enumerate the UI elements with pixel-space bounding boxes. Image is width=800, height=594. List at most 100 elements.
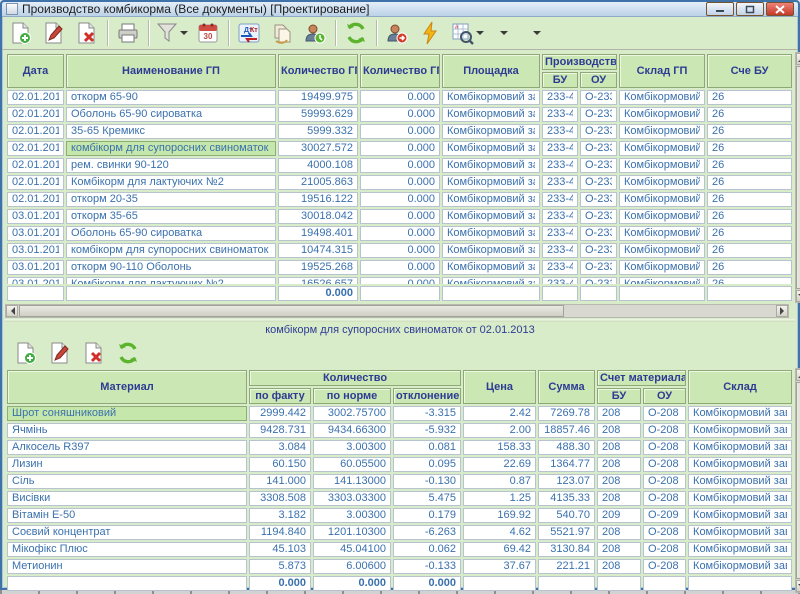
cell-material[interactable]: Метионин bbox=[7, 559, 247, 574]
cell-ou[interactable]: О-208 bbox=[643, 525, 686, 540]
cell-qty[interactable]: 30018.042 bbox=[278, 209, 358, 224]
cell-ou[interactable]: О-208 bbox=[643, 542, 686, 557]
cell-sklad[interactable]: Комбікормовий завод bbox=[619, 124, 705, 139]
cell-ou[interactable]: О-233-4 bbox=[580, 175, 617, 190]
cell-norm[interactable]: 141.13000 bbox=[313, 474, 391, 489]
cell-qty[interactable]: 4000.108 bbox=[278, 158, 358, 173]
scroll-thumb[interactable] bbox=[796, 66, 800, 289]
cell-schet[interactable]: 26 bbox=[707, 192, 792, 207]
cell-price[interactable]: 158.33 bbox=[463, 440, 536, 455]
table-row[interactable]: 03.01.2013 откорм 35-65 30018.042 0.000 … bbox=[7, 209, 792, 224]
cell-norm[interactable]: 3303.03300 bbox=[313, 491, 391, 506]
cell-sum[interactable]: 488.30 bbox=[538, 440, 595, 455]
dt-kt-button[interactable]: Дт Кт bbox=[233, 18, 265, 48]
filter-button[interactable] bbox=[153, 18, 191, 48]
cell-area[interactable]: Комбікормовий завод bbox=[442, 260, 540, 275]
close-button[interactable] bbox=[766, 2, 794, 16]
cell-sum[interactable]: 123.07 bbox=[538, 474, 595, 489]
cell-sum[interactable]: 18857.46 bbox=[538, 423, 595, 438]
cell-name[interactable]: комбікорм для супоросних свиноматок bbox=[66, 243, 276, 258]
cell-date[interactable]: 02.01.2013 bbox=[7, 141, 64, 156]
new-document-button[interactable] bbox=[5, 18, 37, 48]
cell-ou[interactable]: О-233-4 bbox=[580, 158, 617, 173]
cell-name[interactable]: откорм 90-110 Оболонь bbox=[66, 260, 276, 275]
cell-material[interactable]: Мікофікс Плюс bbox=[7, 542, 247, 557]
cell-qty[interactable]: 5999.332 bbox=[278, 124, 358, 139]
cell-dev[interactable]: 5.475 bbox=[393, 491, 461, 506]
cell-fact[interactable]: 1194.840 bbox=[249, 525, 311, 540]
cell-fact[interactable]: 3.084 bbox=[249, 440, 311, 455]
cell-dev[interactable]: -3.315 bbox=[393, 406, 461, 421]
cell-sklad[interactable]: Комбікормовий завод bbox=[619, 243, 705, 258]
cell-schet[interactable]: 26 bbox=[707, 158, 792, 173]
cell-name[interactable]: рем. свинки 90-120 bbox=[66, 158, 276, 173]
cell-bu[interactable]: 233-4 bbox=[542, 124, 578, 139]
cell-qty-scale[interactable]: 0.000 bbox=[360, 192, 440, 207]
cell-area[interactable]: Комбікормовий завод bbox=[442, 90, 540, 105]
cell-fact[interactable]: 3.182 bbox=[249, 508, 311, 523]
new-row-button[interactable] bbox=[10, 338, 42, 368]
cell-ou[interactable]: О-233-4 bbox=[580, 243, 617, 258]
cell-ou[interactable]: О-233-4 bbox=[580, 226, 617, 241]
cell-material[interactable]: Вітамін Е-50 bbox=[7, 508, 247, 523]
scroll-up-button[interactable] bbox=[796, 369, 800, 381]
cell-date[interactable]: 03.01.2013 bbox=[7, 209, 64, 224]
cell-norm[interactable]: 3002.75700 bbox=[313, 406, 391, 421]
cell-dev[interactable]: 0.062 bbox=[393, 542, 461, 557]
cell-date[interactable]: 02.01.2013 bbox=[7, 90, 64, 105]
user-task-button[interactable] bbox=[299, 18, 331, 48]
cell-date[interactable]: 03.01.2013 bbox=[7, 226, 64, 241]
table-row[interactable]: Лизин 60.150 60.05500 0.095 22.69 1364.7… bbox=[7, 457, 792, 472]
cell-dev[interactable]: 0.095 bbox=[393, 457, 461, 472]
cell-price[interactable]: 0.87 bbox=[463, 474, 536, 489]
documents-hscroll[interactable] bbox=[5, 304, 789, 318]
refresh-rows-button[interactable] bbox=[112, 338, 144, 368]
materials-vscroll[interactable] bbox=[795, 368, 800, 593]
cell-norm[interactable]: 3.00300 bbox=[313, 440, 391, 455]
cell-bu[interactable]: 208 bbox=[597, 525, 641, 540]
cell-schet[interactable]: 26 bbox=[707, 243, 792, 258]
documents-vscroll[interactable] bbox=[795, 52, 800, 303]
cell-material[interactable]: Ячмінь bbox=[7, 423, 247, 438]
cell-date[interactable]: 03.01.2013 bbox=[7, 243, 64, 258]
cell-material[interactable]: Лизин bbox=[7, 457, 247, 472]
cell-date[interactable]: 02.01.2013 bbox=[7, 158, 64, 173]
table-row[interactable]: Вітамін Е-50 3.182 3.00300 0.179 169.92 … bbox=[7, 508, 792, 523]
edit-document-button[interactable] bbox=[38, 18, 70, 48]
cell-date[interactable]: 03.01.2013 bbox=[7, 260, 64, 275]
cell-dev[interactable]: 0.081 bbox=[393, 440, 461, 455]
cell-fact[interactable]: 60.150 bbox=[249, 457, 311, 472]
cell-schet[interactable]: 26 bbox=[707, 277, 792, 284]
table-row[interactable]: 02.01.2013 откорм 20-35 19516.122 0.000 … bbox=[7, 192, 792, 207]
cell-fact[interactable]: 5.873 bbox=[249, 559, 311, 574]
cell-bu[interactable]: 233-4 bbox=[542, 107, 578, 122]
cell-price[interactable]: 4.62 bbox=[463, 525, 536, 540]
cell-bu[interactable]: 208 bbox=[597, 542, 641, 557]
cell-qty-scale[interactable]: 0.000 bbox=[360, 124, 440, 139]
cell-date[interactable]: 02.01.2013 bbox=[7, 175, 64, 190]
user-send-button[interactable] bbox=[381, 18, 413, 48]
cell-qty-scale[interactable]: 0.000 bbox=[360, 243, 440, 258]
delete-row-button[interactable] bbox=[78, 338, 110, 368]
cell-name[interactable]: Комбікорм для лактуючих №2 bbox=[66, 175, 276, 190]
cell-name[interactable]: Комбікорм для лактуючих №2 bbox=[66, 277, 276, 284]
cell-sklad[interactable]: Комбікормовий завод bbox=[619, 90, 705, 105]
table-row[interactable]: Соєвий концентрат 1194.840 1201.10300 -6… bbox=[7, 525, 792, 540]
table-row[interactable]: 03.01.2013 комбікорм для супоросних свин… bbox=[7, 243, 792, 258]
table-row[interactable]: 02.01.2013 откорм 65-90 19499.975 0.000 … bbox=[7, 90, 792, 105]
cell-material[interactable]: Алкосель R397 bbox=[7, 440, 247, 455]
table-row[interactable]: Ячмінь 9428.731 9434.66300 -5.932 2.00 1… bbox=[7, 423, 792, 438]
cell-sklad[interactable]: Комбікормовий завод ... bbox=[688, 406, 792, 421]
scroll-thumb[interactable] bbox=[796, 382, 800, 579]
cell-date[interactable]: 03.01.2013 bbox=[7, 277, 64, 284]
cell-norm[interactable]: 9434.66300 bbox=[313, 423, 391, 438]
cell-qty-scale[interactable]: 0.000 bbox=[360, 175, 440, 190]
cell-qty[interactable]: 10474.315 bbox=[278, 243, 358, 258]
cell-sum[interactable]: 5521.97 bbox=[538, 525, 595, 540]
cell-area[interactable]: Комбікормовий завод bbox=[442, 192, 540, 207]
cell-norm[interactable]: 60.05500 bbox=[313, 457, 391, 472]
extra-menu-2-button[interactable] bbox=[521, 18, 553, 48]
cell-bu[interactable]: 233-4 bbox=[542, 175, 578, 190]
cell-norm[interactable]: 3.00300 bbox=[313, 508, 391, 523]
period-button[interactable]: 30 bbox=[192, 18, 224, 48]
